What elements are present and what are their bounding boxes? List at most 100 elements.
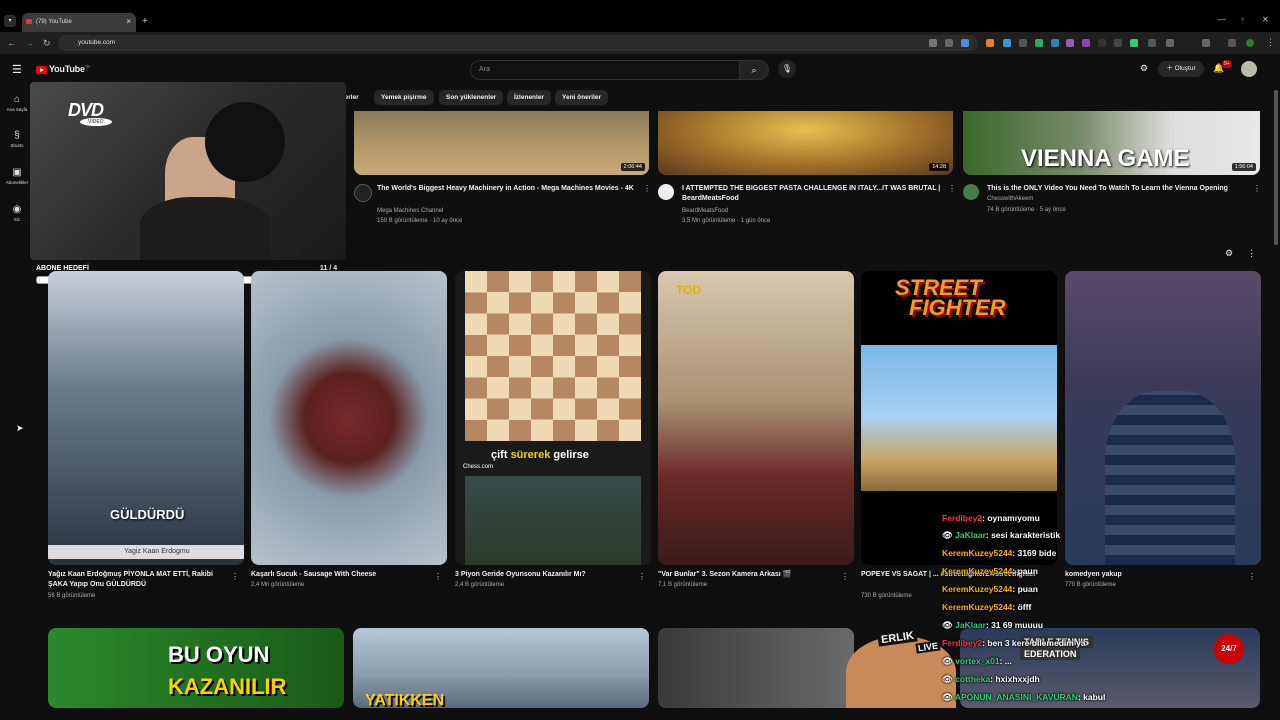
reload-icon[interactable]: ↻ [43, 38, 51, 49]
create-button[interactable]: ＋ Oluştur [1158, 61, 1204, 77]
chat-badge-icon: 👁 [942, 620, 956, 630]
channel-name[interactable]: ChesswithAkeem [987, 196, 1033, 202]
chip[interactable]: Yeni öneriler [555, 90, 609, 105]
short-thumbnail[interactable]: TOD [658, 271, 854, 565]
back-icon[interactable]: ← [7, 38, 16, 48]
search-button[interactable]: ⌕ [739, 60, 769, 80]
channel-name[interactable]: BeardMeatsFood [682, 208, 728, 214]
search-placeholder: Ara [479, 66, 490, 73]
more-options-icon[interactable]: ⋮ [643, 184, 651, 193]
media-icon[interactable] [1228, 39, 1236, 47]
browser-menu-icon[interactable]: ⋮ [1266, 37, 1275, 48]
video-duration: 1:56:04 [1231, 163, 1256, 171]
profile-icon[interactable] [1246, 39, 1254, 47]
short-views: 56 B görüntüleme [48, 593, 96, 599]
extension-icon[interactable] [1114, 39, 1122, 47]
chip[interactable]: İzlenenler [507, 90, 551, 105]
chip[interactable]: Yemek pişirme [374, 90, 434, 105]
short-title[interactable]: 3 Piyon Geride Oyunsonu Kazanılır Mı? [455, 570, 630, 580]
address-bar[interactable]: youtube.com [58, 35, 978, 51]
close-window-icon[interactable]: ✕ [1262, 15, 1269, 24]
extension-icon[interactable] [1003, 39, 1011, 47]
maximize-icon[interactable]: ▫ [1241, 15, 1244, 24]
more-options-icon[interactable]: ⋮ [948, 184, 956, 193]
channel-name[interactable]: Mega Machines Channel [377, 208, 443, 214]
extensions-puzzle-icon[interactable] [1202, 39, 1210, 47]
video-duration: 14:28 [929, 163, 949, 171]
video-thumbnail[interactable]: BU OYUN KAZANILIR [48, 628, 344, 708]
extension-icon[interactable] [1082, 39, 1090, 47]
short-title[interactable]: Yağız Kaan Erdoğmuş PİYONLA MAT ETTİ, Ra… [48, 570, 223, 590]
chat-message: 👁 APONUN_ANASINI_KAVURAN: kabul [942, 692, 1105, 703]
short-title[interactable]: komedyen yakup [1065, 570, 1240, 580]
channel-avatar[interactable] [658, 184, 674, 200]
browser-tab[interactable]: (79) YouTube × [22, 13, 136, 32]
street-fighter-logo-b: FIGHTER [909, 295, 1006, 320]
game-screenshot [861, 345, 1057, 491]
sidebar-item-you[interactable]: ◉ Siz [0, 204, 34, 222]
chat-badge-icon: 👁 [942, 530, 956, 540]
sidebar-item-home[interactable]: ⌂ Ana Sayfa [0, 94, 34, 112]
video-title[interactable]: The World's Biggest Heavy Machinery in A… [377, 184, 639, 194]
extension-icon[interactable] [1130, 39, 1138, 47]
chip[interactable]: Son yüklenenler [439, 90, 504, 105]
short-thumbnail[interactable] [251, 271, 447, 565]
minimize-icon[interactable]: — [1218, 15, 1226, 24]
short-thumbnail[interactable]: GÜLDÜRDÜ Yagiz Kaan Erdogmu [48, 271, 244, 565]
channel-avatar[interactable] [354, 184, 372, 202]
more-options-icon[interactable]: ⋮ [1248, 572, 1256, 581]
account-avatar[interactable] [1241, 61, 1257, 77]
sidebar-item-subscriptions[interactable]: ▣ Abonelikler [0, 167, 34, 185]
more-options-icon[interactable]: ⋮ [841, 572, 849, 581]
video-thumbnail[interactable]: 2:06:44 [354, 111, 649, 175]
logo-text: YouTube [49, 64, 85, 74]
extension-icon[interactable] [1148, 39, 1156, 47]
video-title[interactable]: I ATTEMPTED THE BIGGEST PASTA CHALLENGE … [682, 184, 944, 204]
shorts-settings-icon[interactable]: ⚙ [1225, 248, 1233, 259]
cast-to-tv-icon[interactable]: ⚙ [1140, 63, 1148, 74]
extension-icon[interactable] [1098, 39, 1106, 47]
new-tab-button[interactable]: + [142, 16, 148, 27]
video-thumbnail[interactable]: VIENNA GAME 1:56:04 [963, 111, 1260, 175]
more-options-icon[interactable]: ⋮ [434, 572, 442, 581]
cast-icon[interactable] [929, 39, 937, 47]
video-thumbnail[interactable] [658, 628, 854, 708]
extension-icon[interactable] [1051, 39, 1059, 47]
short-title[interactable]: Kaşarlı Sucuk - Sausage With Cheese [251, 570, 426, 580]
extension-icon[interactable] [1035, 39, 1043, 47]
channel-avatar[interactable] [963, 184, 979, 200]
video-title[interactable]: This is the ONLY Video You Need To Watch… [987, 184, 1249, 194]
star-icon[interactable] [961, 39, 969, 47]
tab-search-button[interactable]: ▾ [4, 15, 16, 27]
browser-tab-bar [0, 0, 1280, 32]
page-scrollbar[interactable] [1274, 90, 1278, 245]
more-options-icon[interactable]: ⋮ [231, 572, 239, 581]
hamburger-menu-icon[interactable]: ☰ [12, 63, 22, 76]
short-views: 7,1 B görüntüleme [658, 582, 708, 588]
chat-message: KeremKuzey5244: öfff [942, 602, 1031, 612]
video-thumbnail[interactable]: 14:28 [658, 111, 953, 175]
tab-close-icon[interactable]: × [126, 17, 131, 26]
short-title[interactable]: "Var Bunlar" 3. Sezon Kamera Arkası 🎬 [658, 570, 833, 580]
short-nameplate: Yagiz Kaan Erdogmu [48, 545, 244, 559]
search-input[interactable]: Ara [470, 60, 740, 80]
short-thumbnail[interactable]: çift sürerek gelirse Chess.com [455, 271, 651, 565]
video-thumbnail[interactable]: YATIKKEN [353, 628, 649, 708]
notification-badge: 9+ [1222, 60, 1232, 68]
sidebar-label: Siz [13, 217, 21, 222]
sidebar-label: Shorts [10, 143, 24, 148]
microphone-icon[interactable]: 🎙 [778, 60, 796, 78]
shorts-icon: § [14, 130, 20, 141]
extension-icon[interactable] [1019, 39, 1027, 47]
extension-icon[interactable] [1066, 39, 1074, 47]
short-thumbnail[interactable] [1065, 271, 1261, 565]
shorts-more-icon[interactable]: ⋮ [1247, 248, 1256, 259]
youtube-logo[interactable]: YouTubeTR [36, 64, 90, 74]
sidebar-item-shorts[interactable]: § Shorts [0, 130, 34, 148]
extension-icon[interactable] [986, 39, 994, 47]
extension-icon[interactable] [1166, 39, 1174, 47]
more-options-icon[interactable]: ⋮ [1253, 184, 1261, 193]
more-options-icon[interactable]: ⋮ [638, 572, 646, 581]
eye-off-icon[interactable] [945, 39, 953, 47]
forward-icon[interactable]: → [25, 38, 34, 48]
